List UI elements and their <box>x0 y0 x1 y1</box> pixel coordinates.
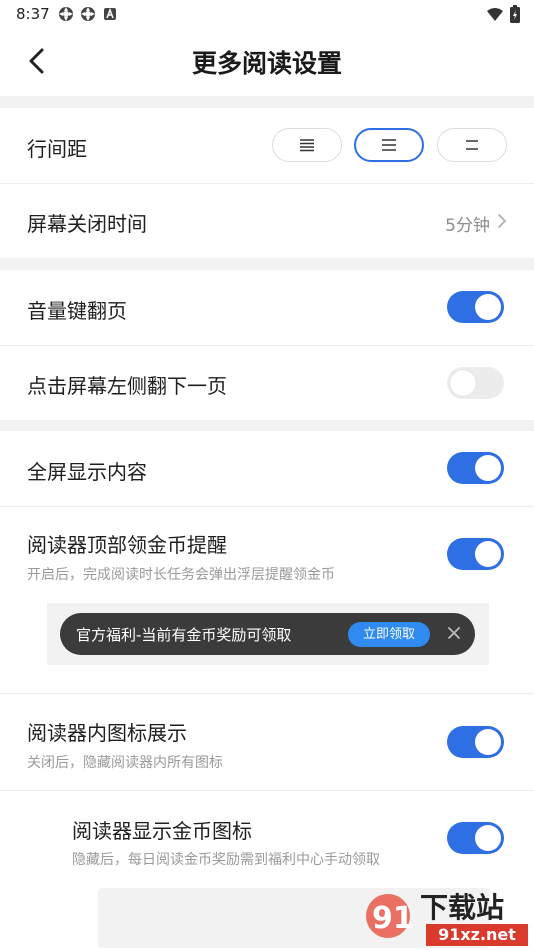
app-a-icon <box>102 6 118 22</box>
reader-icons-toggle[interactable] <box>447 726 504 758</box>
coin-reminder-label: 阅读器顶部领金币提醒 <box>27 533 227 557</box>
line-spacing-row: 行间距 <box>0 108 534 184</box>
medium-spacing-icon <box>382 139 396 151</box>
watermark-url: 91xz.net <box>426 924 528 946</box>
medium-spacing-button[interactable] <box>354 128 424 162</box>
toggle-knob <box>475 541 501 567</box>
status-right-icons <box>486 5 520 27</box>
site-watermark: 91 下载站 91xz.net <box>360 886 532 948</box>
settings-gear-icon <box>80 6 96 22</box>
wide-spacing-icon <box>466 140 478 150</box>
screen-off-row[interactable]: 屏幕关闭时间 5分钟 <box>0 184 534 258</box>
coin-reminder-toggle[interactable] <box>447 538 504 570</box>
banner-text: 官方福利-当前有金币奖励可领取 <box>76 626 292 644</box>
wide-spacing-button[interactable] <box>437 128 507 162</box>
section-divider <box>0 258 534 270</box>
tight-spacing-icon <box>300 139 314 152</box>
toggle-knob <box>475 729 501 755</box>
fullscreen-row: 全屏显示内容 <box>0 431 534 506</box>
fullscreen-toggle[interactable] <box>447 452 504 484</box>
close-icon <box>448 627 460 639</box>
volume-page-turn-row: 音量键翻页 <box>0 270 534 345</box>
coin-icon-label: 阅读器显示金币图标 <box>72 819 252 843</box>
reader-icons-label: 阅读器内图标展示 <box>27 721 187 745</box>
page-title: 更多阅读设置 <box>191 49 342 78</box>
top-app-bar: 更多阅读设置 <box>0 28 534 96</box>
tap-left-toggle[interactable] <box>447 367 504 399</box>
coin-reminder-preview: 官方福利-当前有金币奖励可领取 立即领取 <box>47 603 489 665</box>
tap-left-row: 点击屏幕左侧翻下一页 <box>0 346 534 420</box>
fullscreen-label: 全屏显示内容 <box>27 460 147 484</box>
section-divider <box>0 96 534 108</box>
screen-off-label: 屏幕关闭时间 <box>27 212 147 236</box>
chevron-right-icon <box>498 214 507 228</box>
svg-text:91: 91 <box>372 901 414 936</box>
status-time: 8:37 <box>16 5 50 23</box>
tight-spacing-button[interactable] <box>272 128 342 162</box>
tap-left-label: 点击屏幕左侧翻下一页 <box>27 374 227 398</box>
reader-icons-description: 关闭后，隐藏阅读器内所有图标 <box>27 755 223 771</box>
settings-gear-icon <box>58 6 74 22</box>
toggle-knob <box>475 455 501 481</box>
coin-icon-row: 阅读器显示金币图标 隐藏后，每日阅读金币奖励需到福利中心手动领取 <box>0 791 534 887</box>
wifi-icon <box>486 7 504 26</box>
volume-page-turn-toggle[interactable] <box>447 291 504 323</box>
coin-reminder-banner: 官方福利-当前有金币奖励可领取 立即领取 <box>60 613 475 655</box>
toggle-knob <box>450 370 476 396</box>
volume-page-turn-label: 音量键翻页 <box>27 299 127 323</box>
coin-reminder-row: 阅读器顶部领金币提醒 开启后，完成阅读时长任务会弹出浮层提醒领金币 <box>0 507 534 693</box>
toggle-knob <box>475 294 501 320</box>
battery-icon <box>510 5 520 27</box>
status-left-icons <box>58 6 118 22</box>
coin-reminder-description: 开启后，完成阅读时长任务会弹出浮层提醒领金币 <box>27 567 335 583</box>
coin-icon-toggle[interactable] <box>447 822 504 854</box>
status-bar: 8:37 <box>0 0 534 28</box>
coin-icon-description: 隐藏后，每日阅读金币奖励需到福利中心手动领取 <box>72 852 380 868</box>
section-divider <box>0 420 534 431</box>
screen-off-value: 5分钟 <box>445 216 490 236</box>
toggle-knob <box>475 825 501 851</box>
banner-claim-button: 立即领取 <box>348 622 430 647</box>
watermark-text: 下载站 <box>420 891 505 924</box>
reader-icons-row: 阅读器内图标展示 关闭后，隐藏阅读器内所有图标 <box>0 694 534 790</box>
